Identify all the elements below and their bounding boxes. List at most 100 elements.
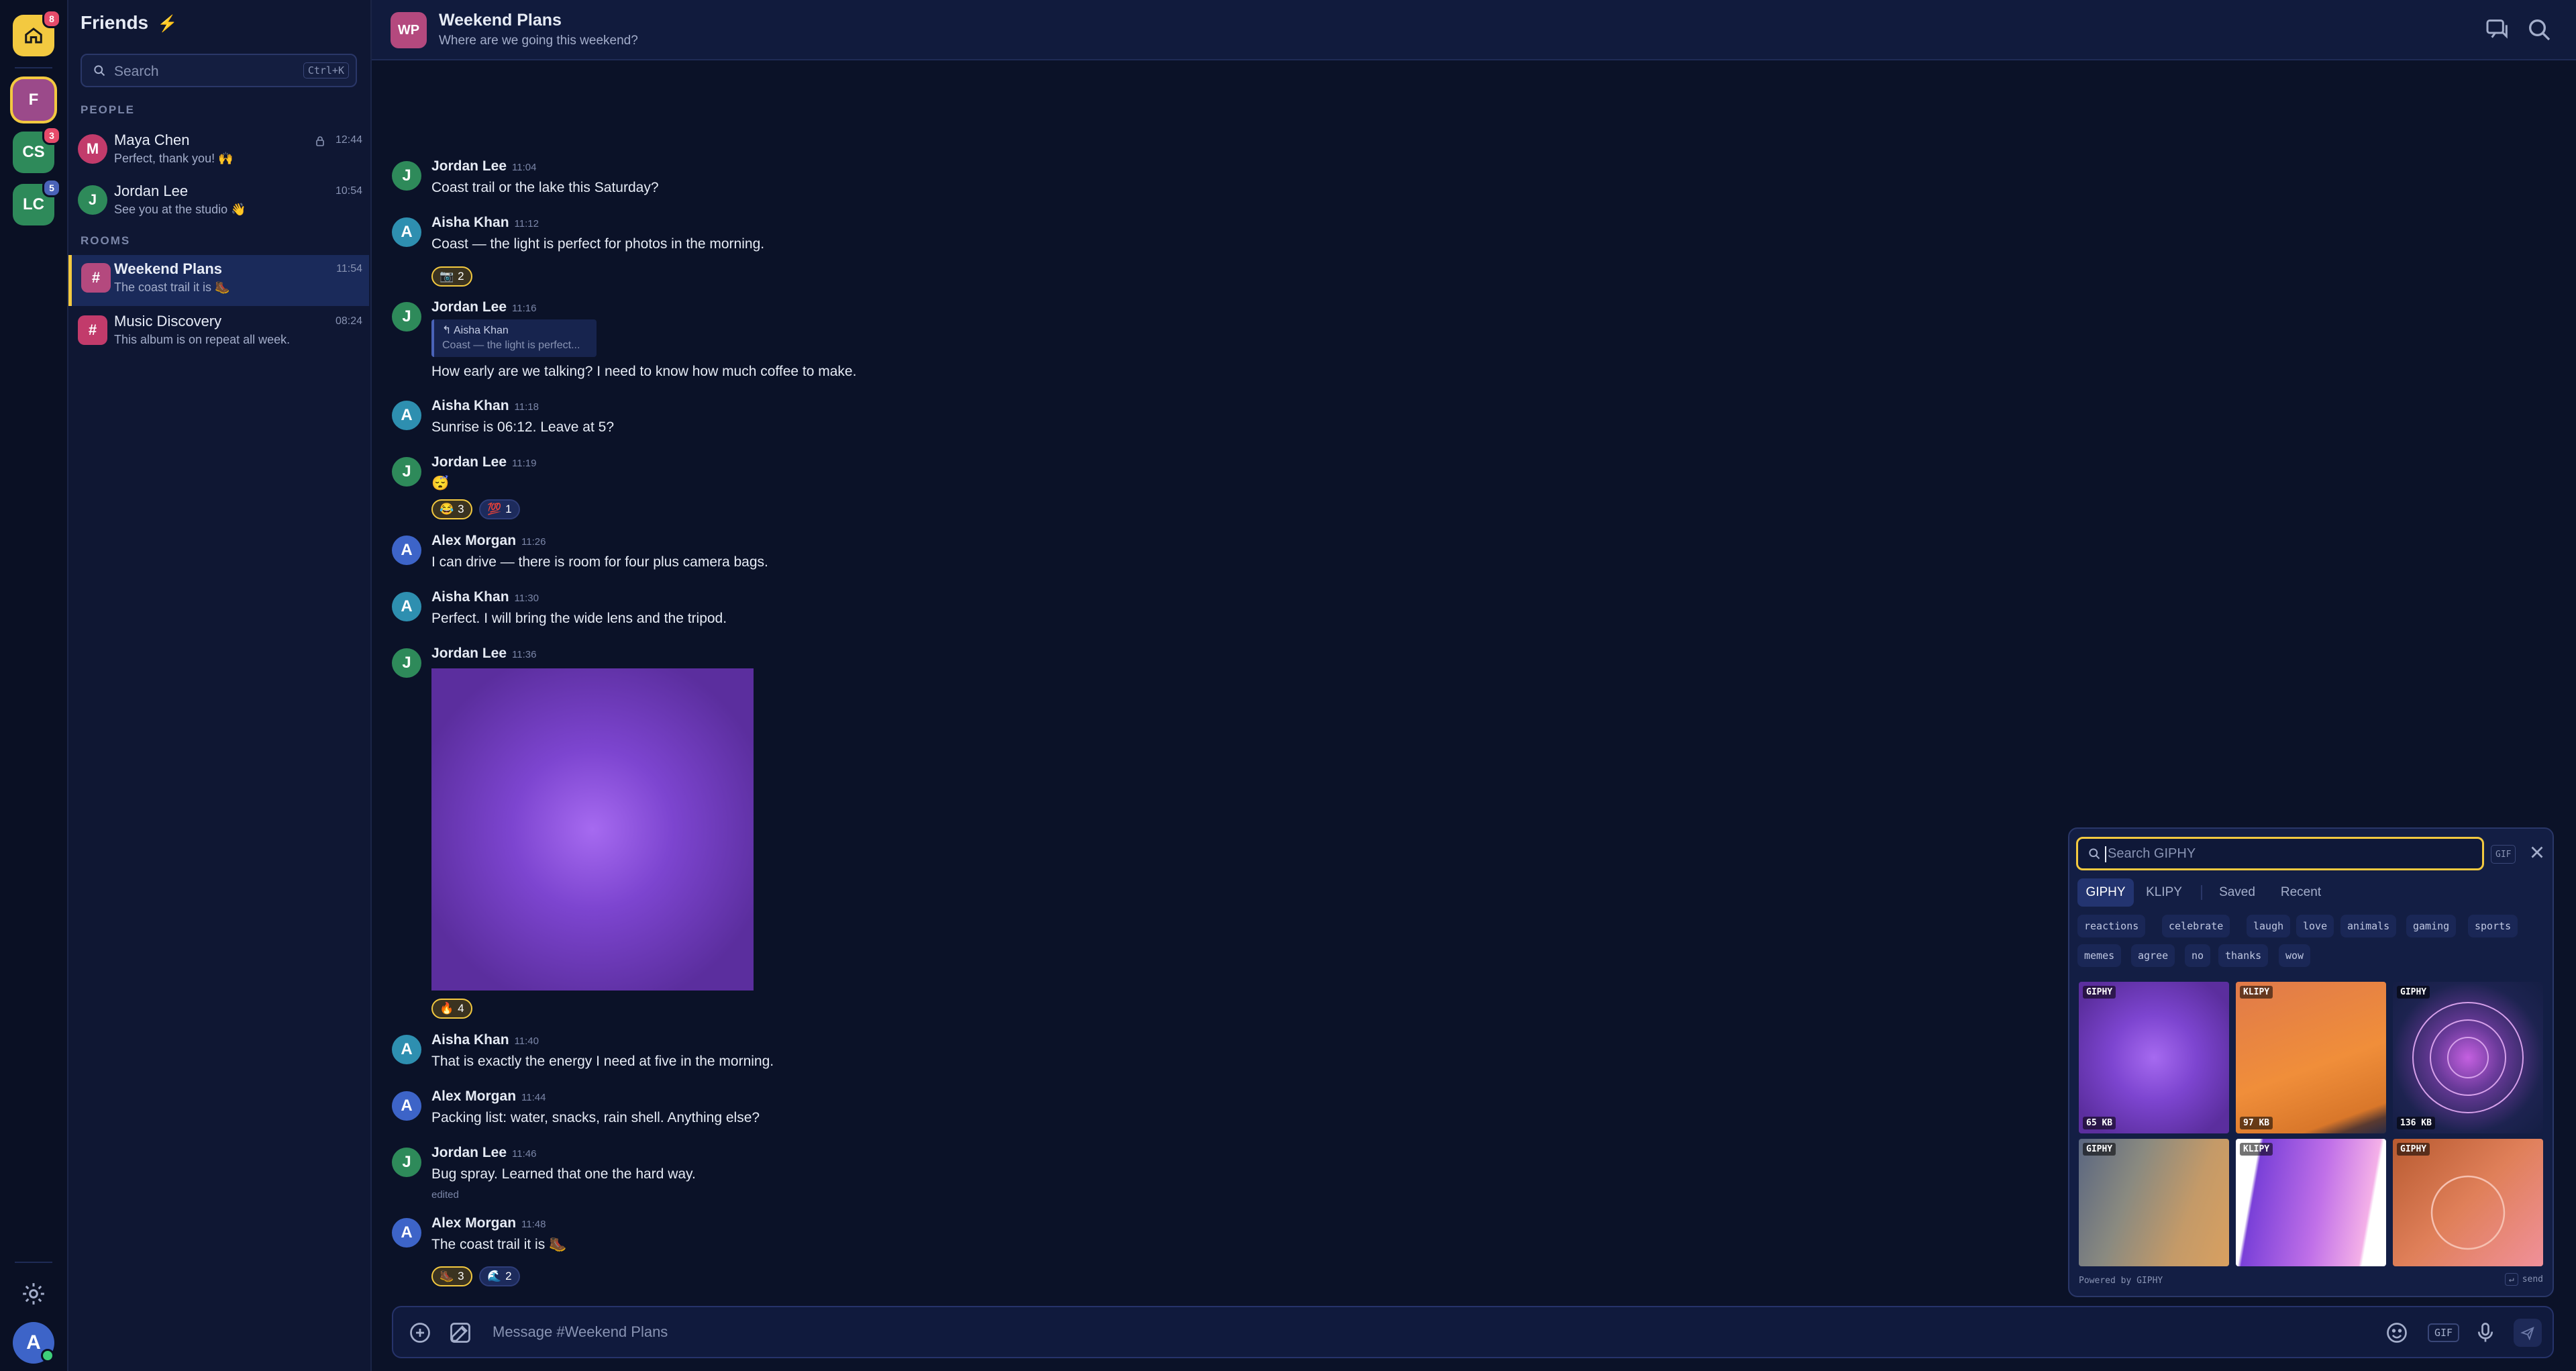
sidebar-search-input[interactable]: Search Ctrl+K bbox=[81, 54, 357, 87]
search-icon[interactable] bbox=[2526, 16, 2553, 43]
reaction-chip[interactable]: 📷 2 bbox=[431, 266, 472, 287]
gif-search-input[interactable]: Search GIPHY bbox=[2076, 837, 2484, 870]
reaction-chip[interactable]: 💯 1 bbox=[479, 499, 520, 519]
message-author[interactable]: Jordan Lee 11:19 bbox=[431, 454, 536, 470]
message-author[interactable]: Jordan Lee 11:36 bbox=[431, 646, 536, 662]
close-button[interactable] bbox=[2527, 842, 2547, 862]
reaction-chip[interactable]: 🔥 4 bbox=[431, 999, 472, 1019]
people-section-label: PEOPLE bbox=[81, 103, 135, 116]
room-music-discovery[interactable]: # Music Discovery This album is on repea… bbox=[68, 307, 369, 354]
chip-wow[interactable]: wow bbox=[2279, 944, 2311, 967]
avatar: A bbox=[392, 592, 421, 621]
gif-source-label: GIPHY bbox=[2397, 986, 2430, 999]
gif-tile[interactable]: KLIPY bbox=[2236, 1139, 2386, 1266]
chip-sports[interactable]: sports bbox=[2468, 915, 2518, 937]
gif-tile[interactable]: GIPHY 136 KB bbox=[2393, 982, 2543, 1133]
home-icon bbox=[25, 28, 42, 44]
chip-memes[interactable]: memes bbox=[2077, 944, 2122, 967]
online-status-dot bbox=[41, 1349, 54, 1362]
gif-tile[interactable]: GIPHY bbox=[2393, 1139, 2543, 1266]
message-author[interactable]: Alex Morgan 11:26 bbox=[431, 533, 546, 549]
message-time: 11:04 bbox=[512, 162, 537, 173]
message-author[interactable]: Alex Morgan 11:48 bbox=[431, 1215, 546, 1231]
reply-text: Coast — the light is perfect... bbox=[442, 340, 580, 351]
search-icon bbox=[94, 65, 105, 77]
message-author[interactable]: Jordan Lee 11:46 bbox=[431, 1145, 536, 1161]
image-attachment[interactable] bbox=[431, 668, 754, 991]
compose-icon[interactable] bbox=[448, 1321, 472, 1345]
gif-tile[interactable]: GIPHY bbox=[2079, 1139, 2229, 1266]
reaction-chip[interactable]: 😂 3 bbox=[431, 499, 472, 519]
user-initial: A bbox=[26, 1331, 41, 1354]
gif-source-label: GIPHY bbox=[2083, 986, 2116, 999]
settings-button[interactable] bbox=[20, 1280, 47, 1307]
chip-animals[interactable]: animals bbox=[2340, 915, 2397, 937]
powered-by-label: Powered by GIPHY bbox=[2079, 1276, 2163, 1286]
avatar: J bbox=[392, 457, 421, 487]
chip-gaming[interactable]: gaming bbox=[2406, 915, 2457, 937]
message-input[interactable]: Message #Weekend Plans bbox=[493, 1323, 668, 1341]
chip-laugh[interactable]: laugh bbox=[2247, 915, 2291, 937]
conversation-preview: See you at the studio 👋 bbox=[114, 203, 246, 216]
tab-saved[interactable]: Saved bbox=[2209, 878, 2265, 907]
gif-source-label: KLIPY bbox=[2240, 986, 2273, 999]
chip-love[interactable]: love bbox=[2296, 915, 2334, 937]
avatar: A bbox=[392, 1091, 421, 1121]
reaction-chip[interactable]: 🥾 3 bbox=[431, 1266, 472, 1286]
message-author[interactable]: Aisha Khan 11:18 bbox=[431, 398, 539, 414]
user-avatar[interactable]: A bbox=[13, 1322, 54, 1364]
message-text: Coast — the light is perfect for photos … bbox=[431, 236, 765, 252]
message-composer[interactable]: Message #Weekend Plans GIF bbox=[392, 1306, 2554, 1358]
text-cursor bbox=[2105, 846, 2106, 862]
message-text: How early are we talking? I need to know… bbox=[431, 364, 857, 379]
room-name: Weekend Plans bbox=[114, 260, 222, 277]
gif-button[interactable]: GIF bbox=[2428, 1323, 2460, 1342]
tab-recent[interactable]: Recent bbox=[2271, 878, 2331, 907]
add-attachment-icon[interactable] bbox=[408, 1321, 432, 1345]
chip-reactions[interactable]: reactions bbox=[2077, 915, 2146, 937]
message-author[interactable]: Aisha Khan 11:40 bbox=[431, 1032, 539, 1048]
room-icon: # bbox=[78, 315, 107, 345]
message-author[interactable]: Jordan Lee 11:16 bbox=[431, 299, 536, 315]
tab-giphy[interactable]: GIPHY bbox=[2077, 878, 2134, 907]
conversation-time: 12:44 bbox=[335, 134, 362, 146]
server-cs[interactable]: CS 3 bbox=[13, 126, 61, 173]
message-author[interactable]: Alex Morgan 11:44 bbox=[431, 1088, 546, 1105]
chip-celebrate[interactable]: celebrate bbox=[2162, 915, 2230, 937]
gif-tile[interactable]: KLIPY 97 KB bbox=[2236, 982, 2386, 1133]
emoji-icon[interactable] bbox=[2385, 1321, 2409, 1345]
threads-icon[interactable] bbox=[2484, 16, 2511, 43]
message-author[interactable]: Jordan Lee 11:04 bbox=[431, 158, 536, 174]
avatar: J bbox=[392, 302, 421, 332]
message-author[interactable]: Aisha Khan 11:30 bbox=[431, 589, 539, 605]
message-time: 11:30 bbox=[514, 593, 539, 604]
gif-tile[interactable]: GIPHY 65 KB bbox=[2079, 982, 2229, 1133]
server-lc[interactable]: LC 5 bbox=[13, 179, 61, 225]
message-author[interactable]: Aisha Khan 11:12 bbox=[431, 215, 539, 231]
gif-badge: GIF bbox=[2491, 845, 2516, 864]
room-title: Weekend Plans bbox=[439, 11, 562, 30]
chip-thanks[interactable]: thanks bbox=[2218, 944, 2269, 967]
gif-picker: Search GIPHY GIF GIPHY KLIPY Saved Recen… bbox=[2068, 827, 2554, 1297]
conversation-maya-chen[interactable]: M Maya Chen Perfect, thank you! 🙌 12:44 bbox=[68, 126, 369, 173]
tab-klipy[interactable]: KLIPY bbox=[2138, 878, 2190, 907]
reaction-chip[interactable]: 🌊 2 bbox=[479, 1266, 520, 1286]
reply-quote[interactable]: ↰ Aisha Khan Coast — the light is perfec… bbox=[431, 319, 597, 357]
rooms-section-label: ROOMS bbox=[81, 234, 131, 247]
close-icon bbox=[2531, 846, 2543, 858]
home-badge: 8 bbox=[42, 9, 61, 28]
message-text: Perfect. I will bring the wide lens and … bbox=[431, 611, 727, 626]
avatar: J bbox=[78, 185, 107, 215]
microphone-icon[interactable] bbox=[2473, 1321, 2497, 1345]
conversation-name: Jordan Lee bbox=[114, 183, 189, 199]
chip-agree[interactable]: agree bbox=[2131, 944, 2175, 967]
server-friends[interactable]: F bbox=[13, 79, 54, 121]
room-weekend-plans[interactable]: # Weekend Plans The coast trail it is 🥾 … bbox=[68, 255, 369, 306]
send-button[interactable] bbox=[2514, 1319, 2542, 1347]
chip-no[interactable]: no bbox=[2185, 944, 2211, 967]
conversation-jordan-lee[interactable]: J Jordan Lee See you at the studio 👋 10:… bbox=[68, 177, 369, 224]
message-text: The coast trail it is 🥾 bbox=[431, 1237, 567, 1252]
gif-source-label: GIPHY bbox=[2397, 1143, 2430, 1156]
avatar: A bbox=[392, 1035, 421, 1064]
home-button[interactable]: 8 bbox=[13, 9, 61, 56]
